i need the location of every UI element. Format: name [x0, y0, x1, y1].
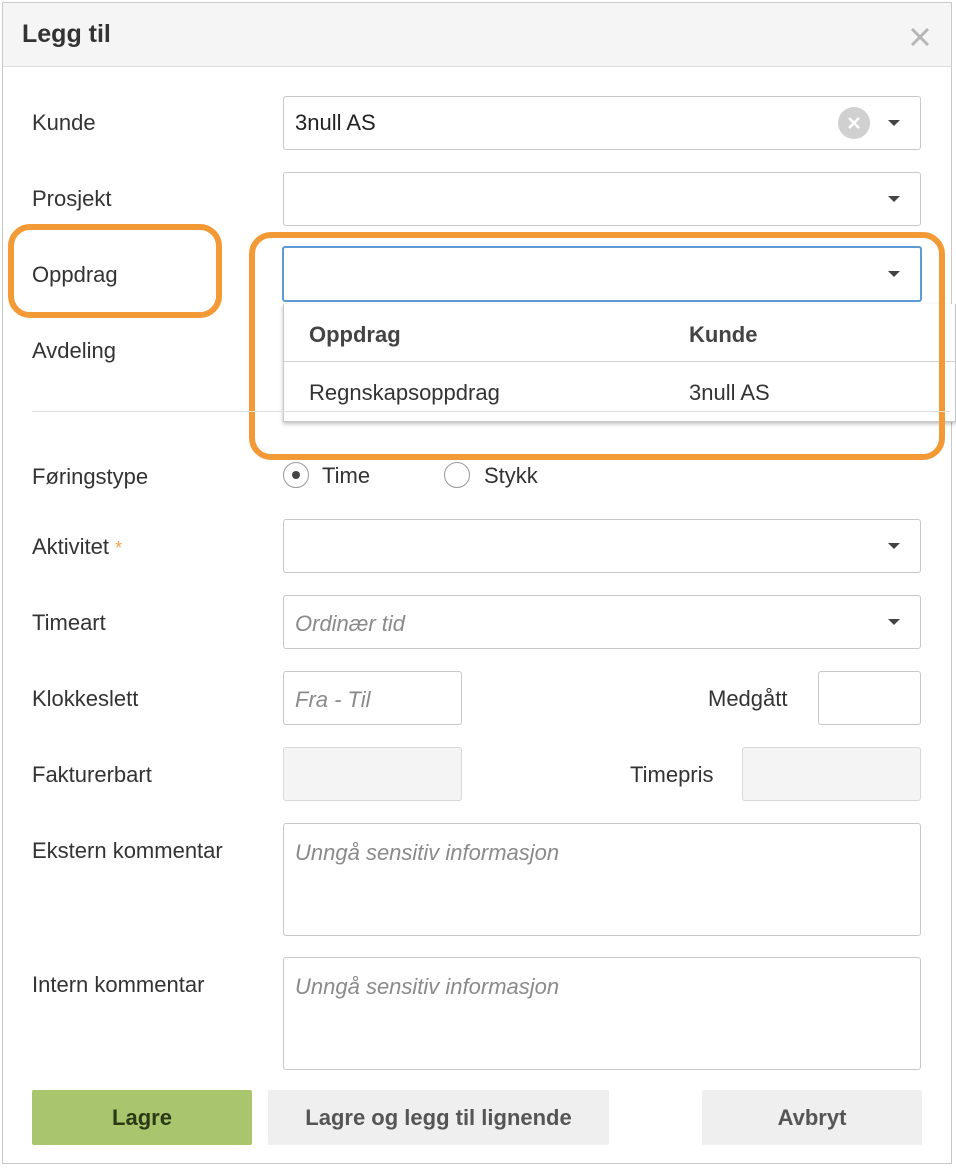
timepris-label: Timepris [630, 762, 714, 787]
save-button[interactable]: Lagre [32, 1090, 252, 1145]
clear-kunde-button[interactable] [838, 107, 870, 139]
option-kunde: 3null AS [689, 380, 770, 405]
option-oppdrag: Regnskapsoppdrag [309, 380, 500, 405]
clear-icon [848, 117, 860, 129]
dropdown-header: Oppdrag Kunde [284, 304, 955, 362]
required-mark: * [115, 538, 123, 558]
aktivitet-label: Aktivitet * [32, 534, 122, 560]
ekstern-kommentar-placeholder: Unngå sensitiv informasjon [295, 840, 560, 865]
kunde-value: 3null AS [295, 110, 376, 135]
dialog-title: Legg til [22, 20, 111, 48]
ekstern-kommentar-label: Ekstern kommentar [32, 838, 223, 863]
radio-stykk[interactable] [444, 462, 470, 488]
dialog-header: Legg til [3, 3, 951, 67]
close-button[interactable] [906, 23, 934, 51]
chevron-down-icon [888, 271, 900, 277]
avdeling-label: Avdeling [32, 338, 116, 363]
timeart-placeholder: Ordinær tid [295, 611, 406, 636]
chevron-down-icon [888, 120, 900, 126]
medgatt-input[interactable] [818, 671, 921, 725]
intern-kommentar-placeholder: Unngå sensitiv informasjon [295, 974, 560, 999]
fakturerbart-input [283, 747, 462, 801]
oppdrag-select[interactable] [282, 246, 922, 302]
klokkeslett-placeholder: Fra - Til [295, 687, 371, 712]
section-divider [32, 411, 950, 412]
klokkeslett-label: Klokkeslett [32, 686, 139, 711]
ekstern-kommentar-textarea[interactable]: Unngå sensitiv informasjon [283, 823, 921, 936]
kunde-label: Kunde [32, 110, 96, 135]
foringstype-label: Føringstype [32, 464, 149, 489]
chevron-down-icon [888, 543, 900, 549]
close-icon [910, 27, 930, 47]
timeart-label: Timeart [32, 610, 106, 635]
radio-time-label[interactable]: Time [322, 463, 370, 489]
aktivitet-select[interactable] [283, 519, 921, 573]
cancel-button[interactable]: Avbryt [702, 1090, 922, 1145]
oppdrag-label: Oppdrag [32, 262, 118, 287]
save-and-add-similar-button[interactable]: Lagre og legg til lignende [268, 1090, 609, 1145]
medgatt-label: Medgått [708, 686, 788, 711]
prosjekt-label: Prosjekt [32, 186, 112, 211]
timeart-select[interactable]: Ordinær tid [283, 595, 921, 649]
timepris-input [742, 747, 921, 801]
chevron-down-icon [888, 196, 900, 202]
klokkeslett-input[interactable]: Fra - Til [283, 671, 462, 725]
radio-stykk-label[interactable]: Stykk [484, 463, 538, 489]
dropdown-option[interactable]: Regnskapsoppdrag 3null AS [284, 363, 955, 421]
intern-kommentar-textarea[interactable]: Unngå sensitiv informasjon [283, 957, 921, 1070]
oppdrag-dropdown: Oppdrag Kunde Regnskapsoppdrag 3null AS [283, 304, 956, 422]
column-header-oppdrag: Oppdrag [309, 322, 401, 347]
radio-selected-dot [292, 471, 300, 479]
column-header-kunde: Kunde [689, 322, 758, 347]
aktivitet-label-text: Aktivitet [32, 534, 110, 559]
intern-kommentar-label: Intern kommentar [32, 972, 205, 997]
chevron-down-icon [888, 619, 900, 625]
radio-time[interactable] [283, 462, 309, 488]
prosjekt-select[interactable] [283, 172, 921, 226]
kunde-select[interactable]: 3null AS [283, 96, 921, 150]
fakturerbart-label: Fakturerbart [32, 762, 152, 787]
